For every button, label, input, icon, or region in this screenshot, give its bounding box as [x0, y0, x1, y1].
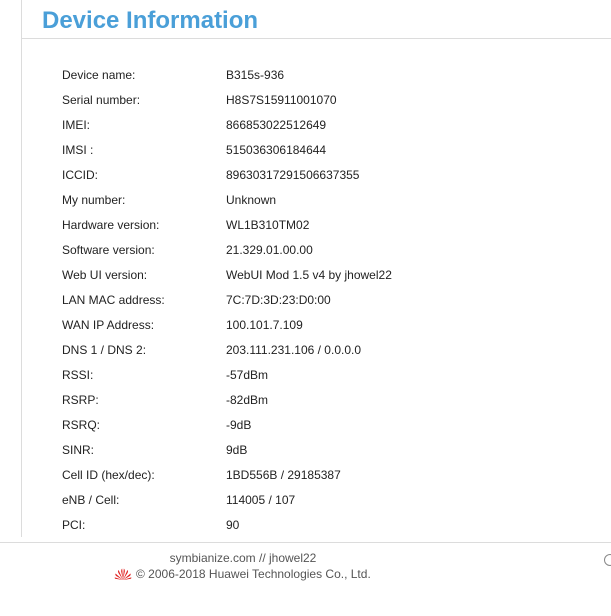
- info-value: -9dB: [226, 417, 252, 432]
- info-value: Unknown: [226, 192, 277, 207]
- info-label: Serial number:: [62, 92, 141, 107]
- info-value: 515036306184644: [226, 142, 327, 157]
- info-value: -57dBm: [226, 367, 269, 382]
- info-value: 100.101.7.109: [226, 317, 303, 332]
- info-label: SINR:: [62, 442, 95, 457]
- info-label: RSSI:: [62, 367, 94, 382]
- info-value: 114005 / 107: [226, 492, 296, 507]
- info-row-device-name: Device name: B315s-936: [62, 62, 482, 87]
- info-label: IMSI :: [62, 142, 94, 157]
- info-row-pci: PCI: 90: [62, 512, 482, 537]
- footer-divider: [0, 542, 611, 543]
- info-row-hardware-version: Hardware version: WL1B310TM02: [62, 212, 482, 237]
- page-title: Device Information: [42, 7, 259, 34]
- info-row-sinr: SINR: 9dB: [62, 437, 482, 462]
- info-label: IMEI:: [62, 117, 91, 132]
- info-label: eNB / Cell:: [62, 492, 120, 507]
- info-row-dns: DNS 1 / DNS 2: 203.111.231.106 / 0.0.0.0: [62, 337, 482, 362]
- info-label: My number:: [62, 192, 126, 207]
- info-label: Cell ID (hex/dec):: [62, 467, 155, 482]
- info-value: 9dB: [226, 442, 248, 457]
- left-divider: [21, 0, 22, 537]
- info-row-iccid: ICCID: 89630317291506637355: [62, 162, 482, 187]
- info-label: Software version:: [62, 242, 155, 257]
- info-label: WAN IP Address:: [62, 317, 155, 332]
- info-row-my-number: My number: Unknown: [62, 187, 482, 212]
- info-value: 866853022512649: [226, 117, 327, 132]
- info-row-wan-ip-address: WAN IP Address: 100.101.7.109: [62, 312, 482, 337]
- info-value: WebUI Mod 1.5 v4 by jhowel22: [226, 267, 392, 282]
- footer-copyright-row: © 2006-2018 Huawei Technologies Co., Ltd…: [114, 567, 371, 581]
- footer-copyright: © 2006-2018 Huawei Technologies Co., Ltd…: [136, 567, 371, 581]
- info-row-web-ui-version: Web UI version: WebUI Mod 1.5 v4 by jhow…: [62, 262, 482, 287]
- page: Device Information Device name: B315s-93…: [0, 0, 611, 616]
- info-row-rsrp: RSRP: -82dBm: [62, 387, 482, 412]
- info-value: 89630317291506637355: [226, 167, 360, 182]
- info-label: DNS 1 / DNS 2:: [62, 342, 147, 357]
- info-label: LAN MAC address:: [62, 292, 165, 307]
- info-label: PCI:: [62, 517, 86, 532]
- info-row-lan-mac-address: LAN MAC address: 7C:7D:3D:23:D0:00: [62, 287, 482, 312]
- title-divider: [22, 38, 611, 39]
- huawei-logo-icon: [114, 568, 132, 580]
- device-info-table: Device name: B315s-936 Serial number: H8…: [62, 62, 482, 537]
- info-label: Device name:: [62, 67, 136, 82]
- partial-circle-icon: [604, 554, 611, 566]
- info-row-rsrq: RSRQ: -9dB: [62, 412, 482, 437]
- info-value: 203.111.231.106 / 0.0.0.0: [226, 342, 362, 357]
- info-value: -82dBm: [226, 392, 269, 407]
- info-row-serial-number: Serial number: H8S7S15911001070: [62, 87, 482, 112]
- footer-credit: symbianize.com // jhowel22: [169, 551, 317, 565]
- info-label: Hardware version:: [62, 217, 160, 232]
- info-row-software-version: Software version: 21.329.01.00.00: [62, 237, 482, 262]
- info-label: Web UI version:: [62, 267, 148, 282]
- info-value: 21.329.01.00.00: [226, 242, 313, 257]
- info-row-cell-id: Cell ID (hex/dec): 1BD556B / 29185387: [62, 462, 482, 487]
- info-label: ICCID:: [62, 167, 98, 182]
- info-value: 90: [226, 517, 240, 532]
- info-label: RSRQ:: [62, 417, 101, 432]
- info-value: 1BD556B / 29185387: [226, 467, 341, 482]
- info-value: WL1B310TM02: [226, 217, 310, 232]
- info-value: B315s-936: [226, 67, 285, 82]
- info-row-rssi: RSSI: -57dBm: [62, 362, 482, 387]
- info-row-imsi: IMSI : 515036306184644: [62, 137, 482, 162]
- info-row-enb-cell: eNB / Cell: 114005 / 107: [62, 487, 482, 512]
- info-row-imei: IMEI: 866853022512649: [62, 112, 482, 137]
- info-label: RSRP:: [62, 392, 99, 407]
- info-value: 7C:7D:3D:23:D0:00: [226, 292, 331, 307]
- info-value: H8S7S15911001070: [226, 92, 337, 107]
